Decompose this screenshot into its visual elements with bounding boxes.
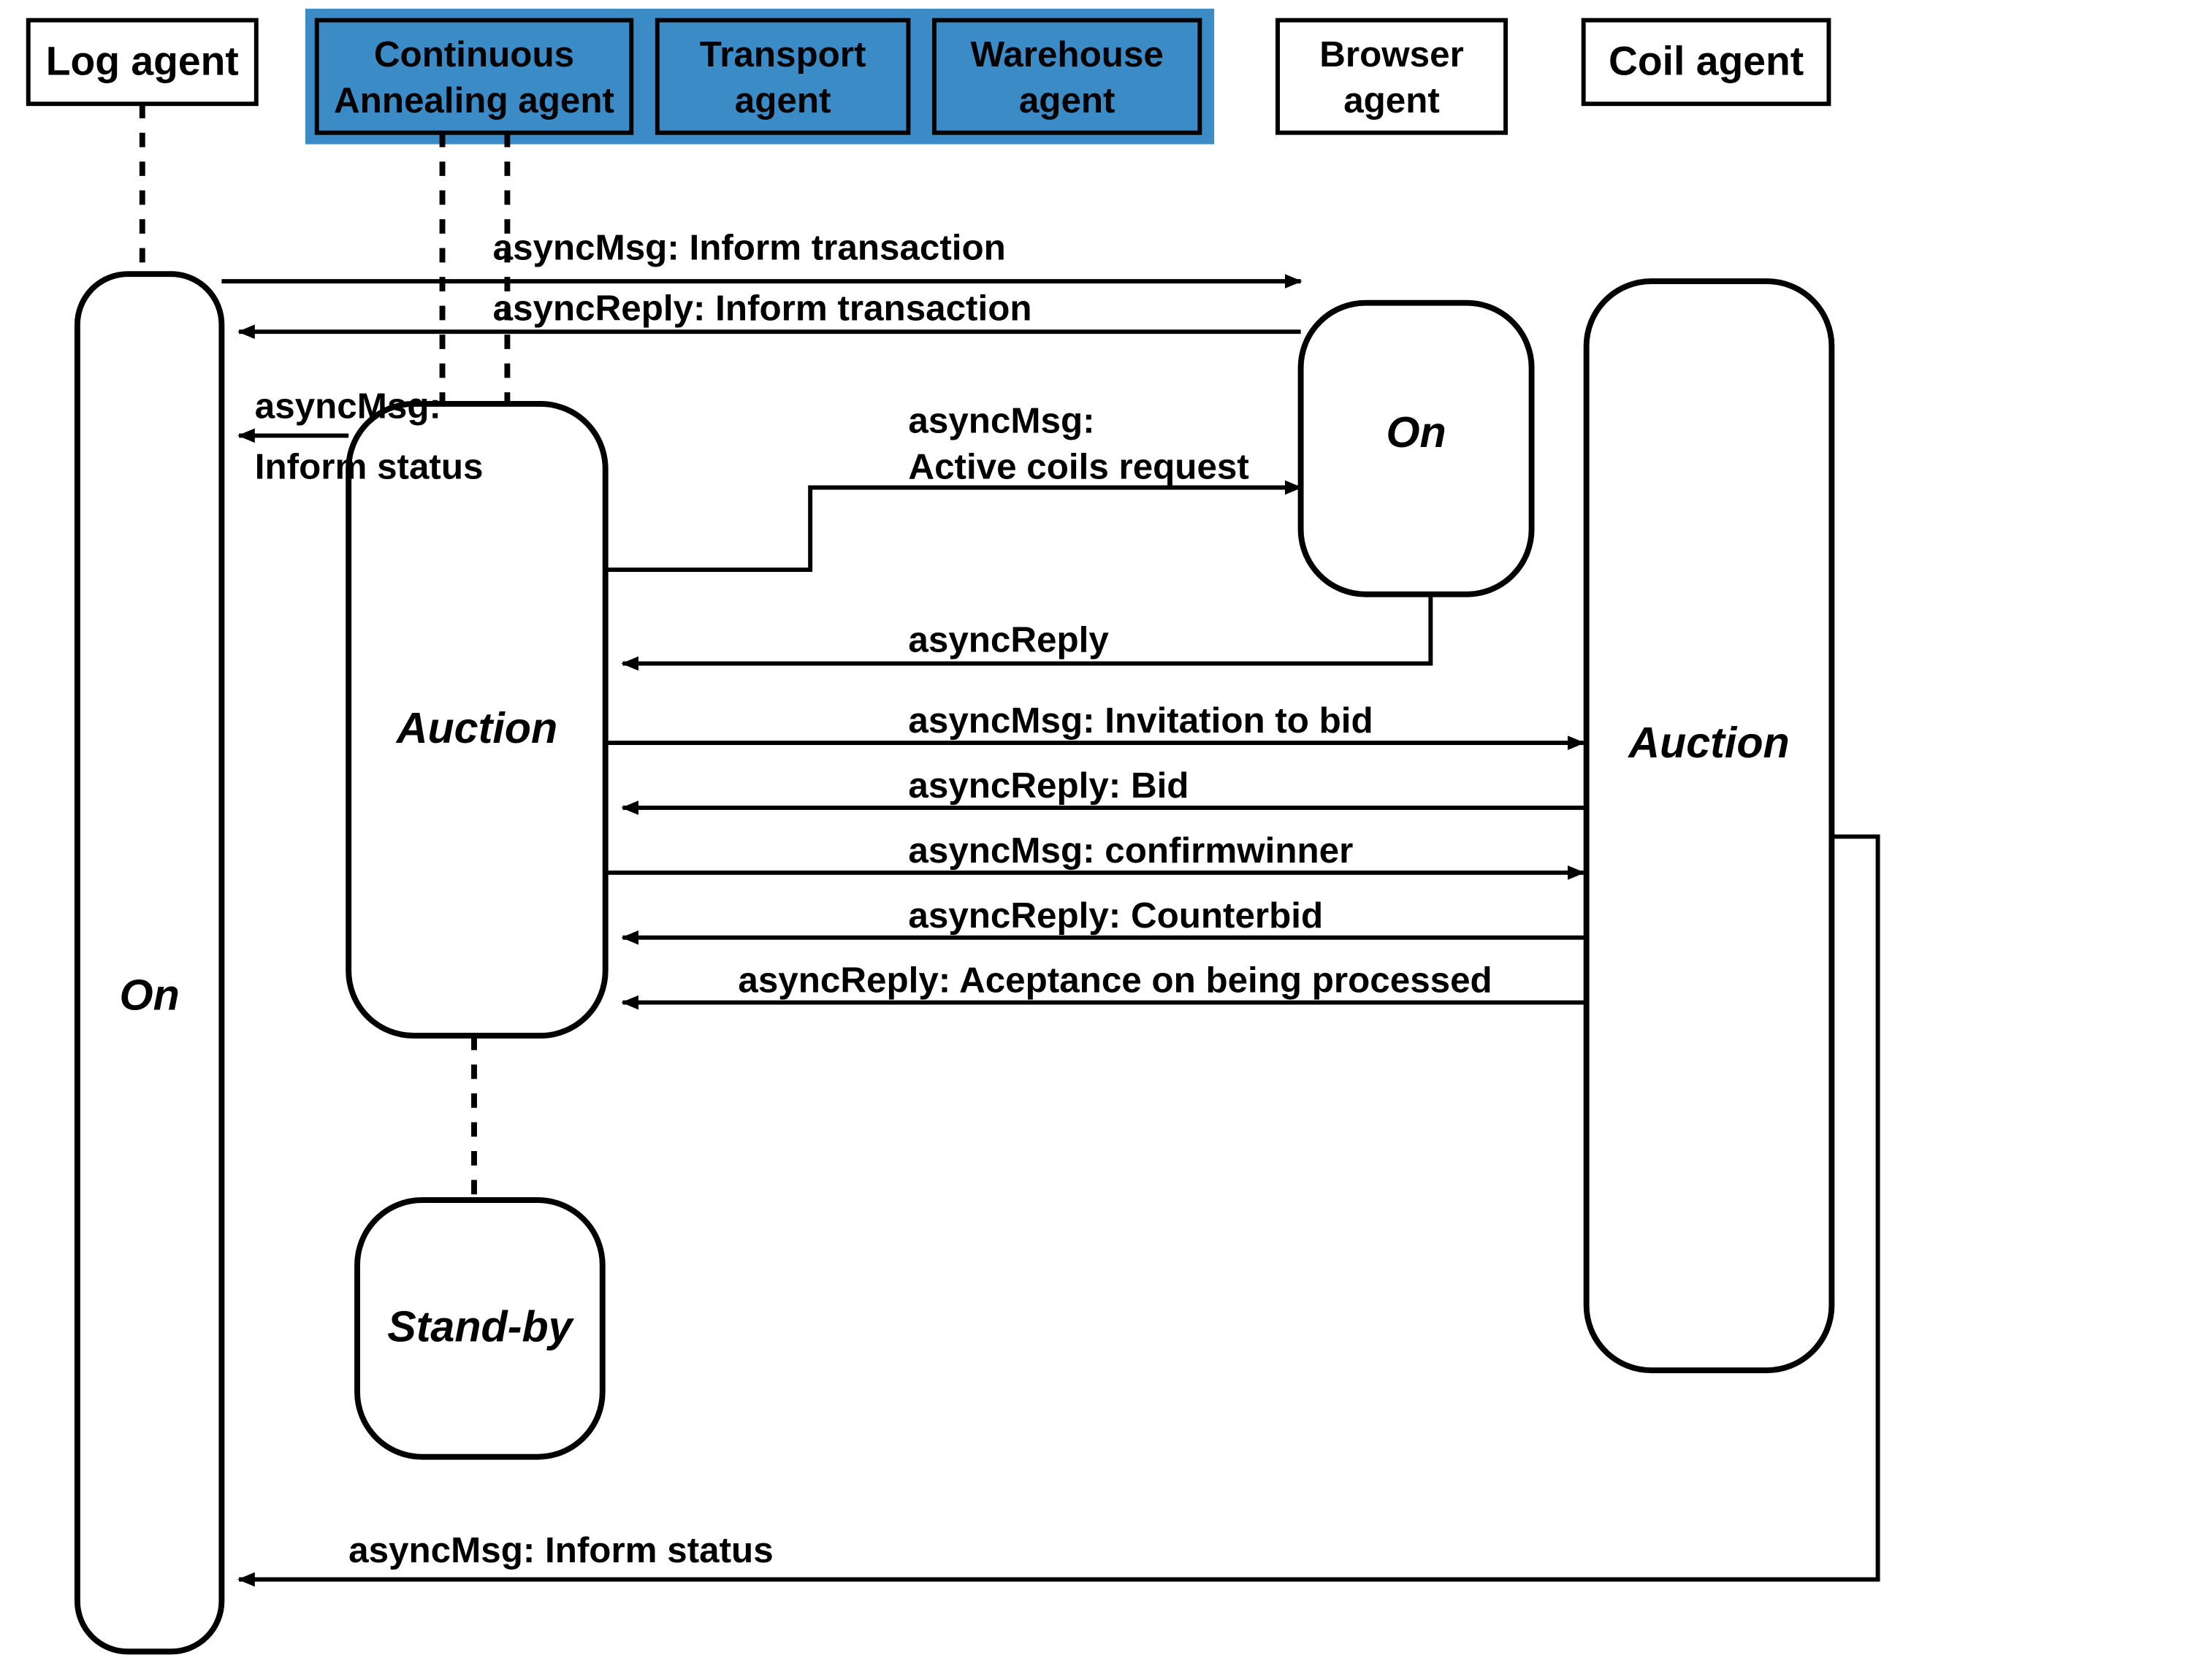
msg-inform-status-coil-label: asyncMsg: Inform status	[348, 1530, 773, 1570]
agent-log-label: Log agent	[46, 39, 239, 84]
state-log-on: On	[77, 274, 221, 1651]
reply-active-coils-label: asyncReply	[908, 620, 1109, 660]
agent-transport-label-1: Transport	[700, 34, 866, 74]
agent-continuous-annealing: Continuous Annealing agent	[317, 20, 632, 133]
msg-invitation-to-bid: asyncMsg: Invitation to bid	[606, 700, 1584, 743]
msg-inform-transaction-label: asyncMsg: Inform transaction	[493, 227, 1006, 267]
agent-browser-label-2: agent	[1343, 80, 1440, 121]
state-ca-standby-label: Stand-by	[387, 1302, 574, 1351]
state-browser-on: On	[1301, 303, 1532, 595]
agent-warehouse: Warehouse agent	[934, 20, 1200, 133]
agent-coil-label: Coil agent	[1609, 39, 1804, 84]
agent-transport: Transport agent	[657, 20, 909, 133]
reply-counterbid: asyncReply: Counterbid	[622, 895, 1586, 938]
agent-warehouse-label-1: Warehouse	[971, 34, 1164, 74]
state-ca-auction-label: Auction	[395, 703, 557, 752]
msg-inform-status-ca-label-2: Inform status	[255, 447, 484, 487]
msg-invitation-to-bid-label: asyncMsg: Invitation to bid	[908, 700, 1373, 741]
reply-bid: asyncReply: Bid	[622, 765, 1586, 808]
reply-counterbid-label: asyncReply: Counterbid	[908, 895, 1323, 936]
reply-acceptance: asyncReply: Aceptance on being processed	[622, 960, 1586, 1003]
reply-acceptance-label: asyncReply: Aceptance on being processed	[738, 960, 1492, 1001]
agent-ca-label-2: Annealing agent	[334, 80, 614, 121]
agent-diagram: Log agent Continuous Annealing agent Tra…	[0, 0, 2212, 1666]
agent-browser-label-1: Browser	[1319, 34, 1464, 74]
agent-transport-label-2: agent	[735, 80, 831, 121]
state-ca-auction: Auction	[348, 404, 606, 1036]
msg-confirmwinner-label: asyncMsg: confirmwinner	[908, 830, 1353, 871]
state-browser-on-label: On	[1386, 408, 1446, 456]
msg-inform-status-ca-label-1: asyncMsg:	[255, 386, 441, 427]
state-coil-auction: Auction	[1587, 281, 1832, 1370]
state-ca-standby: Stand-by	[357, 1200, 603, 1457]
msg-confirmwinner: asyncMsg: confirmwinner	[606, 830, 1584, 873]
msg-active-coils-request: asyncMsg: Active coils request	[606, 400, 1301, 570]
agent-log: Log agent	[28, 20, 256, 104]
reply-inform-transaction-label: asyncReply: Inform transaction	[493, 288, 1032, 328]
agent-browser: Browser agent	[1278, 20, 1506, 133]
msg-active-coils-request-label-2: Active coils request	[908, 447, 1248, 487]
agent-coil: Coil agent	[1584, 20, 1829, 104]
state-log-on-label: On	[120, 970, 180, 1019]
agent-warehouse-label-2: agent	[1019, 80, 1115, 121]
state-coil-auction-label: Auction	[1627, 718, 1789, 767]
reply-inform-transaction: asyncReply: Inform transaction	[239, 288, 1301, 332]
reply-active-coils: asyncReply	[622, 595, 1430, 664]
reply-bid-label: asyncReply: Bid	[908, 765, 1189, 806]
msg-inform-transaction: asyncMsg: Inform transaction	[221, 227, 1300, 281]
agent-ca-label-1: Continuous	[374, 34, 574, 74]
msg-active-coils-request-label-1: asyncMsg:	[908, 400, 1094, 440]
